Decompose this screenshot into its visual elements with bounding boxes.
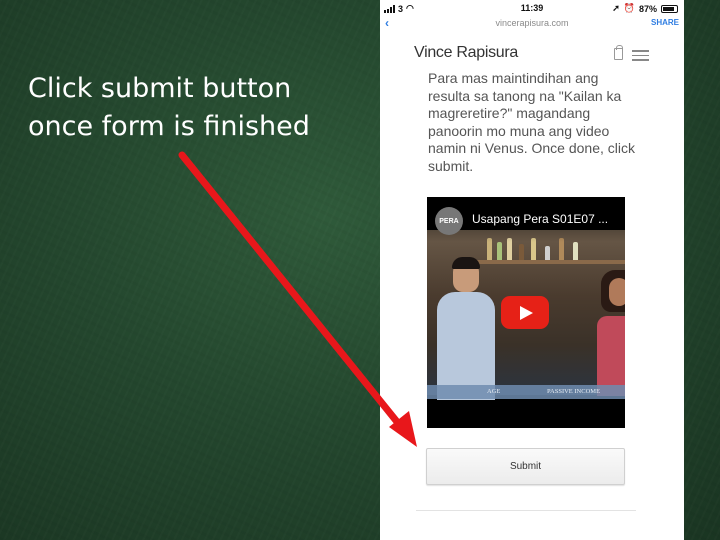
youtube-video-embed[interactable]: PERA Usapang Pera S01E07 ... AGE PASSIVE… (427, 197, 625, 428)
instruction-caption: Click submit button once form is finishe… (28, 70, 348, 146)
location-icon: ➚ (612, 3, 620, 13)
submit-button[interactable]: Submit (426, 448, 625, 485)
status-bar: 3 ◠ 11:39 ➚ ⏰ 87% (380, 0, 684, 16)
phone-screenshot: 3 ◠ 11:39 ➚ ⏰ 87% ‹ vincerapisura.com SH… (380, 0, 684, 540)
shopping-bag-icon[interactable] (614, 45, 623, 60)
site-title[interactable]: Vince Rapisura (414, 44, 518, 62)
chyron-age-label: AGE (487, 388, 501, 395)
divider (416, 510, 636, 511)
alarm-icon: ⏰ (623, 3, 635, 13)
instruction-paragraph: Para mas maintindihan ang resulta sa tan… (428, 70, 636, 174)
caption-line-2: once form is finished (28, 111, 310, 142)
video-title[interactable]: Usapang Pera S01E07 ... (472, 212, 622, 226)
video-chyron: AGE PASSIVE INCOME (427, 385, 625, 399)
battery-icon (661, 4, 678, 13)
caption-line-1: Click submit button (28, 73, 292, 104)
chyron-income-label: PASSIVE INCOME (547, 388, 601, 395)
browser-url-bar: ‹ vincerapisura.com SHARE (380, 16, 684, 32)
site-header: Vince Rapisura (380, 32, 684, 72)
channel-avatar[interactable]: PERA (435, 207, 463, 235)
share-button[interactable]: SHARE (651, 18, 679, 27)
hamburger-menu-icon[interactable] (632, 50, 649, 61)
play-icon[interactable] (501, 296, 549, 329)
battery-percent: 87% (638, 3, 657, 14)
url-text[interactable]: vincerapisura.com (380, 18, 684, 28)
